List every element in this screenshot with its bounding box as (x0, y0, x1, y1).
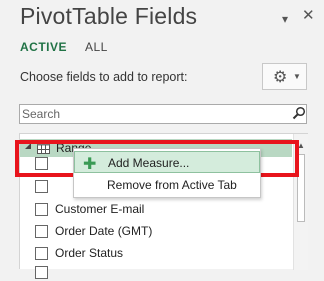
field-checkbox[interactable] (35, 225, 48, 238)
chevron-down-icon[interactable]: ▾ (282, 12, 288, 26)
field-label: Order Date (GMT) (55, 224, 153, 238)
field-checkbox[interactable] (35, 203, 48, 216)
menu-item-label: Remove from Active Tab (107, 178, 237, 192)
field-label: Customer E-mail (55, 202, 145, 216)
tools-button[interactable]: ⚙ ▼ (262, 63, 307, 90)
context-menu-add-measure[interactable]: ✚ Add Measure... (74, 151, 260, 173)
pane-title: PivotTable Fields (20, 3, 198, 29)
tab-all[interactable]: ALL (85, 40, 108, 54)
search-input[interactable] (22, 106, 284, 122)
context-menu: ✚ Add Measure... Remove from Active Tab (73, 148, 261, 198)
field-label: Order Status (55, 246, 124, 260)
field-checkbox[interactable] (35, 266, 48, 279)
field-checkbox[interactable] (35, 180, 48, 193)
search-box (19, 104, 307, 124)
chevron-down-icon: ▼ (293, 72, 301, 81)
close-icon[interactable]: ✕ (302, 6, 315, 24)
tab-active[interactable]: ACTIVE (20, 40, 67, 54)
gear-icon: ⚙ (273, 69, 288, 86)
pivottable-fields-pane: PivotTable Fields ▾ ✕ ACTIVE ALL Choose … (0, 0, 324, 279)
field-checkbox[interactable] (35, 247, 48, 260)
context-menu-remove-from-active-tab[interactable]: Remove from Active Tab (74, 174, 260, 196)
choose-fields-label: Choose fields to add to report: (20, 70, 188, 84)
search-icon[interactable] (292, 106, 306, 120)
menu-item-label: Add Measure... (108, 156, 190, 170)
plus-icon: ✚ (83, 156, 97, 173)
